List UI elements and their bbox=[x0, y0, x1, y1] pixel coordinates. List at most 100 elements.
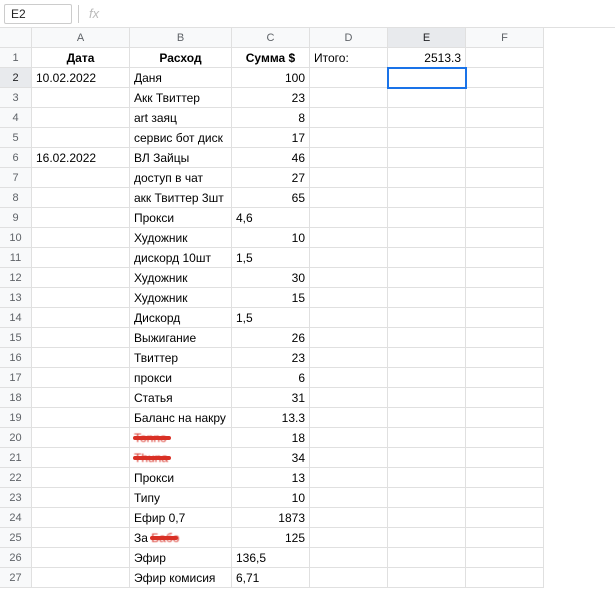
cell-B3[interactable]: Акк Твиттер bbox=[130, 88, 232, 108]
cell-A11[interactable] bbox=[32, 248, 130, 268]
cell-A23[interactable] bbox=[32, 488, 130, 508]
cell-B22[interactable]: Прокси bbox=[130, 468, 232, 488]
cell-B1[interactable]: Расход bbox=[130, 48, 232, 68]
row-header-5[interactable]: 5 bbox=[0, 128, 32, 148]
cell-B17[interactable]: прокси bbox=[130, 368, 232, 388]
col-header-F[interactable]: F bbox=[466, 28, 544, 48]
cell-E8[interactable] bbox=[388, 188, 466, 208]
row-header-20[interactable]: 20 bbox=[0, 428, 32, 448]
cell-C14[interactable]: 1,5 bbox=[232, 308, 310, 328]
cell-A12[interactable] bbox=[32, 268, 130, 288]
cell-E26[interactable] bbox=[388, 548, 466, 568]
cell-C2[interactable]: 100 bbox=[232, 68, 310, 88]
cell-B27[interactable]: Эфир комисия bbox=[130, 568, 232, 588]
cell-E19[interactable] bbox=[388, 408, 466, 428]
cell-B12[interactable]: Художник bbox=[130, 268, 232, 288]
cell-C24[interactable]: 1873 bbox=[232, 508, 310, 528]
cell-D27[interactable] bbox=[310, 568, 388, 588]
cell-E6[interactable] bbox=[388, 148, 466, 168]
row-header-14[interactable]: 14 bbox=[0, 308, 32, 328]
row-header-15[interactable]: 15 bbox=[0, 328, 32, 348]
cell-D18[interactable] bbox=[310, 388, 388, 408]
cell-E14[interactable] bbox=[388, 308, 466, 328]
cell-D13[interactable] bbox=[310, 288, 388, 308]
cell-E20[interactable] bbox=[388, 428, 466, 448]
cell-C16[interactable]: 23 bbox=[232, 348, 310, 368]
cell-E11[interactable] bbox=[388, 248, 466, 268]
cell-D23[interactable] bbox=[310, 488, 388, 508]
cell-C8[interactable]: 65 bbox=[232, 188, 310, 208]
cell-B5[interactable]: сервис бот диск bbox=[130, 128, 232, 148]
cell-A10[interactable] bbox=[32, 228, 130, 248]
cell-F14[interactable] bbox=[466, 308, 544, 328]
row-header-24[interactable]: 24 bbox=[0, 508, 32, 528]
cell-E24[interactable] bbox=[388, 508, 466, 528]
cell-C7[interactable]: 27 bbox=[232, 168, 310, 188]
cell-C19[interactable]: 13.3 bbox=[232, 408, 310, 428]
cell-C6[interactable]: 46 bbox=[232, 148, 310, 168]
cell-E25[interactable] bbox=[388, 528, 466, 548]
cell-A2[interactable]: 10.02.2022 bbox=[32, 68, 130, 88]
cell-D14[interactable] bbox=[310, 308, 388, 328]
col-header-C[interactable]: C bbox=[232, 28, 310, 48]
cell-B15[interactable]: Выжигание bbox=[130, 328, 232, 348]
cell-E18[interactable] bbox=[388, 388, 466, 408]
cell-F10[interactable] bbox=[466, 228, 544, 248]
cell-C11[interactable]: 1,5 bbox=[232, 248, 310, 268]
row-header-6[interactable]: 6 bbox=[0, 148, 32, 168]
cell-F4[interactable] bbox=[466, 108, 544, 128]
col-header-D[interactable]: D bbox=[310, 28, 388, 48]
col-header-B[interactable]: B bbox=[130, 28, 232, 48]
cell-F11[interactable] bbox=[466, 248, 544, 268]
cell-A4[interactable] bbox=[32, 108, 130, 128]
cell-A13[interactable] bbox=[32, 288, 130, 308]
cell-A8[interactable] bbox=[32, 188, 130, 208]
row-header-7[interactable]: 7 bbox=[0, 168, 32, 188]
cell-B7[interactable]: доступ в чат bbox=[130, 168, 232, 188]
cell-C20[interactable]: 18 bbox=[232, 428, 310, 448]
cell-A5[interactable] bbox=[32, 128, 130, 148]
cell-D26[interactable] bbox=[310, 548, 388, 568]
cell-E16[interactable] bbox=[388, 348, 466, 368]
cell-E23[interactable] bbox=[388, 488, 466, 508]
cell-C1[interactable]: Сумма $ bbox=[232, 48, 310, 68]
cell-E4[interactable] bbox=[388, 108, 466, 128]
cell-A9[interactable] bbox=[32, 208, 130, 228]
cell-C5[interactable]: 17 bbox=[232, 128, 310, 148]
cell-A18[interactable] bbox=[32, 388, 130, 408]
cell-F23[interactable] bbox=[466, 488, 544, 508]
cell-D3[interactable] bbox=[310, 88, 388, 108]
cell-F25[interactable] bbox=[466, 528, 544, 548]
cell-B9[interactable]: Прокси bbox=[130, 208, 232, 228]
cell-F6[interactable] bbox=[466, 148, 544, 168]
cell-E17[interactable] bbox=[388, 368, 466, 388]
cell-C27[interactable]: 6,71 bbox=[232, 568, 310, 588]
cell-F26[interactable] bbox=[466, 548, 544, 568]
spreadsheet-grid[interactable]: ABCDEF1ДатаРасходСумма $Итого:2513.3210.… bbox=[0, 28, 615, 588]
row-header-2[interactable]: 2 bbox=[0, 68, 32, 88]
row-header-16[interactable]: 16 bbox=[0, 348, 32, 368]
cell-E15[interactable] bbox=[388, 328, 466, 348]
cell-C22[interactable]: 13 bbox=[232, 468, 310, 488]
cell-E27[interactable] bbox=[388, 568, 466, 588]
row-header-19[interactable]: 19 bbox=[0, 408, 32, 428]
cell-E5[interactable] bbox=[388, 128, 466, 148]
cell-F20[interactable] bbox=[466, 428, 544, 448]
cell-A6[interactable]: 16.02.2022 bbox=[32, 148, 130, 168]
cell-D1[interactable]: Итого: bbox=[310, 48, 388, 68]
cell-F2[interactable] bbox=[466, 68, 544, 88]
cell-D11[interactable] bbox=[310, 248, 388, 268]
cell-F5[interactable] bbox=[466, 128, 544, 148]
cell-C15[interactable]: 26 bbox=[232, 328, 310, 348]
row-header-18[interactable]: 18 bbox=[0, 388, 32, 408]
cell-E13[interactable] bbox=[388, 288, 466, 308]
cell-E21[interactable] bbox=[388, 448, 466, 468]
cell-A25[interactable] bbox=[32, 528, 130, 548]
cell-C26[interactable]: 136,5 bbox=[232, 548, 310, 568]
cell-D17[interactable] bbox=[310, 368, 388, 388]
cell-B14[interactable]: Дискорд bbox=[130, 308, 232, 328]
cell-D4[interactable] bbox=[310, 108, 388, 128]
row-header-13[interactable]: 13 bbox=[0, 288, 32, 308]
cell-E3[interactable] bbox=[388, 88, 466, 108]
cell-B26[interactable]: Эфир bbox=[130, 548, 232, 568]
